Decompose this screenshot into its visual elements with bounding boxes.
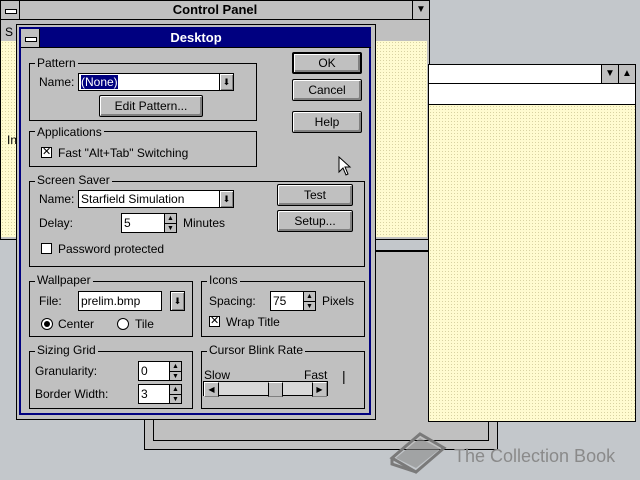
border-width-value: 3 (141, 387, 148, 401)
cancel-button[interactable]: Cancel (292, 79, 362, 101)
wallpaper-dropdown-icon[interactable]: ⬇ (170, 291, 185, 311)
border-width-input[interactable]: 3 (138, 384, 170, 404)
icons-spacing-input[interactable]: 75 (270, 291, 304, 311)
wrap-title-label: Wrap Title (226, 315, 280, 329)
delay-down-icon[interactable]: ▼ (165, 224, 176, 233)
wallpaper-file-value: prelim.bmp (81, 294, 141, 308)
delay-label: Delay: (39, 216, 74, 230)
desktop-title: Desktop (170, 30, 222, 45)
granularity-input[interactable]: 0 (138, 361, 170, 381)
cursor-blink-group-label: Cursor Blink Rate (207, 343, 306, 357)
ok-button-label: OK (318, 56, 336, 70)
cursor-blink-preview: | (342, 368, 346, 384)
control-panel-partial-text: S (5, 25, 14, 39)
delay-spinner[interactable]: ▲ ▼ (164, 213, 177, 233)
granularity-label: Granularity: (35, 364, 98, 378)
control-panel-titlebar[interactable]: Control Panel ▼ (1, 1, 429, 20)
control-panel-system-menu-icon[interactable] (1, 1, 20, 19)
wallpaper-center-label: Center (58, 317, 95, 331)
delay-input[interactable]: 5 (121, 213, 165, 233)
right-window: ▼ ▲ (428, 64, 636, 422)
ok-button[interactable]: OK (292, 52, 362, 74)
granularity-up-icon[interactable]: ▲ (170, 362, 181, 372)
border-width-down-icon[interactable]: ▼ (170, 395, 181, 404)
wallpaper-file-label: File: (39, 294, 62, 308)
fast-switching-checkbox[interactable]: ✕ (41, 147, 52, 158)
border-width-spinner[interactable]: ▲ ▼ (169, 384, 182, 404)
cursor-blink-slow-label: Slow (204, 368, 231, 382)
cursor-blink-scrollbar[interactable]: ◀ ▶ (203, 381, 328, 397)
control-panel-minimize-icon[interactable]: ▼ (412, 1, 429, 19)
control-panel-title: Control Panel (172, 2, 258, 17)
cursor-blink-thumb[interactable] (268, 382, 283, 397)
setup-button[interactable]: Setup... (277, 210, 353, 232)
edit-pattern-button[interactable]: Edit Pattern... (99, 95, 203, 117)
spacing-down-icon[interactable]: ▼ (304, 302, 315, 311)
watermark-text: The Collection Book (454, 446, 616, 466)
spacing-up-icon[interactable]: ▲ (304, 292, 315, 302)
pattern-group-label: Pattern (35, 56, 78, 70)
icons-spacing-unit: Pixels (322, 294, 355, 308)
test-button-label: Test (303, 188, 326, 202)
scroll-right-icon[interactable]: ▶ (312, 382, 327, 397)
icons-spacing-spinner[interactable]: ▲ ▼ (303, 291, 316, 311)
password-checkbox[interactable] (41, 243, 52, 254)
screen-saver-name-label: Name: (39, 192, 75, 206)
wrap-title-checkbox[interactable]: ✕ (209, 316, 220, 327)
desktop-dialog: Desktop OK Cancel Help Pattern Name: (No… (16, 24, 376, 420)
test-button[interactable]: Test (277, 184, 353, 206)
delay-up-icon[interactable]: ▲ (165, 214, 176, 224)
pattern-name-select[interactable]: (None) (78, 73, 220, 91)
border-width-label: Border Width: (35, 387, 109, 401)
sizing-grid-group-label: Sizing Grid (35, 343, 98, 357)
fast-switching-label: Fast "Alt+Tab" Switching (58, 146, 189, 160)
right-window-content (429, 105, 635, 421)
cancel-button-label: Cancel (308, 83, 346, 97)
wallpaper-tile-label: Tile (135, 317, 154, 331)
icons-spacing-value: 75 (273, 294, 287, 308)
screen-saver-group-label: Screen Saver (35, 173, 112, 187)
icons-spacing-label: Spacing: (209, 294, 256, 308)
screen-saver-name-select[interactable]: Starfield Simulation (78, 190, 220, 208)
edit-pattern-label: Edit Pattern... (114, 99, 188, 113)
help-button-label: Help (314, 115, 340, 129)
right-window-maximize-icon[interactable]: ▲ (618, 65, 635, 83)
granularity-down-icon[interactable]: ▼ (170, 372, 181, 381)
mouse-pointer-icon (338, 156, 352, 176)
wallpaper-group-label: Wallpaper (35, 273, 93, 287)
pattern-name-value: (None) (80, 74, 119, 90)
icons-group-label: Icons (207, 273, 240, 287)
right-window-menubar (429, 84, 635, 105)
right-window-titlebar[interactable]: ▼ ▲ (429, 65, 635, 84)
desktop-system-menu-icon[interactable] (21, 29, 40, 47)
book-logo-icon (389, 432, 447, 474)
wallpaper-file-select[interactable]: prelim.bmp (78, 291, 162, 311)
screen-saver-dropdown-icon[interactable]: ⬇ (219, 190, 234, 208)
wallpaper-tile-radio[interactable] (117, 318, 129, 330)
delay-unit-label: Minutes (183, 216, 226, 230)
granularity-value: 0 (141, 364, 148, 378)
pattern-dropdown-icon[interactable]: ⬇ (219, 73, 234, 91)
pattern-name-label: Name: (39, 75, 75, 89)
right-window-minimize-icon[interactable]: ▼ (601, 65, 618, 83)
border-width-up-icon[interactable]: ▲ (170, 385, 181, 395)
delay-value: 5 (124, 216, 131, 230)
scroll-left-icon[interactable]: ◀ (204, 382, 219, 397)
password-label: Password protected (58, 242, 165, 256)
applications-group-label: Applications (35, 125, 104, 139)
setup-button-label: Setup... (294, 214, 336, 228)
help-button[interactable]: Help (292, 111, 362, 133)
wallpaper-center-radio[interactable] (41, 318, 53, 330)
screen-saver-name-value: Starfield Simulation (81, 192, 185, 206)
cursor-blink-fast-label: Fast (304, 368, 328, 382)
granularity-spinner[interactable]: ▲ ▼ (169, 361, 182, 381)
desktop-titlebar[interactable]: Desktop (21, 29, 371, 48)
